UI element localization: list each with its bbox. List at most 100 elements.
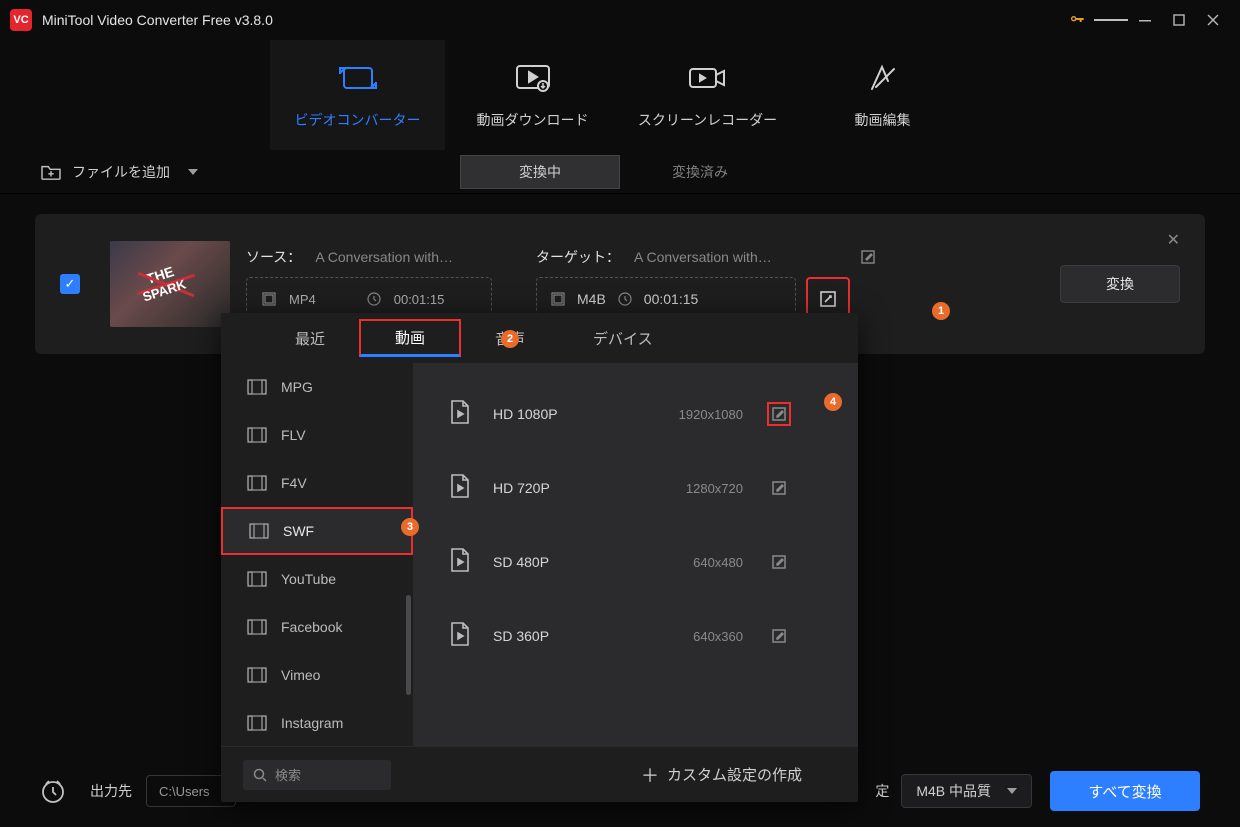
preset-edit-icon[interactable] [767, 550, 791, 574]
chevron-down-icon [188, 169, 198, 175]
main-tabs: ビデオコンバーター 動画ダウンロード スクリーンレコーダー 動画編集 [0, 40, 1240, 150]
app-title: MiniTool Video Converter Free v3.8.0 [42, 12, 273, 28]
preset-edit-icon[interactable] [767, 476, 791, 500]
clock-icon [366, 291, 382, 307]
popup-tabs: 最近 動画 音声 デバイス [221, 313, 858, 363]
quality-value: M4B 中品質 [916, 781, 991, 801]
preset-edit-icon[interactable] [767, 402, 791, 426]
edit-icon[interactable] [860, 249, 876, 265]
preset-resolution: 640x360 [643, 629, 743, 644]
file-icon [449, 399, 475, 429]
file-icon [449, 473, 475, 503]
step-badge-4: 4 [824, 393, 842, 411]
segment-control: 変換中 変換済み [460, 155, 780, 189]
file-icon [449, 547, 475, 577]
popup-tab-device[interactable]: デバイス [559, 319, 687, 357]
toolbar: ファイルを追加 変換中 変換済み [0, 150, 1240, 194]
target-label: ターゲット： [536, 247, 620, 267]
tab-recorder-label: スクリーンレコーダー [638, 110, 777, 130]
source-duration: 00:01:15 [394, 292, 445, 307]
recorder-icon [688, 60, 728, 96]
search-placeholder: 検索 [275, 765, 301, 784]
preset-edit-icon[interactable] [767, 624, 791, 648]
source-format: MP4 [289, 292, 316, 307]
step-badge-2: 2 [501, 330, 519, 348]
search-input[interactable]: 検索 [243, 760, 391, 790]
editor-icon [863, 60, 903, 96]
thumbnail [110, 241, 230, 327]
format-item-facebook[interactable]: Facebook [221, 603, 413, 651]
converter-icon [338, 60, 378, 96]
film-icon [247, 570, 267, 588]
film-icon [247, 714, 267, 732]
app-logo: VC [10, 9, 32, 31]
preset-name: HD 720P [493, 480, 643, 496]
format-item-youtube[interactable]: YouTube [221, 555, 413, 603]
format-item-swf[interactable]: SWF [221, 507, 413, 555]
tab-converter-label: ビデオコンバーター [295, 110, 421, 130]
popup-footer: 検索 ＋ カスタム設定の作成 [221, 746, 858, 802]
preset-resolution: 1920x1080 [643, 407, 743, 422]
film-icon [247, 666, 267, 684]
film-icon [247, 618, 267, 636]
convert-button[interactable]: 変換 [1060, 265, 1180, 303]
tab-converter[interactable]: ビデオコンバーター [270, 40, 445, 150]
scrollbar[interactable] [406, 595, 411, 695]
target-name: A Conversation with… [634, 249, 772, 265]
close-icon[interactable]: ✕ [1167, 230, 1180, 250]
popup-tab-video[interactable]: 動画 [359, 319, 461, 357]
format-item-instagram[interactable]: Instagram [221, 699, 413, 746]
preset-resolution: 1280x720 [643, 481, 743, 496]
film-icon [247, 474, 267, 492]
tab-recorder[interactable]: スクリーンレコーダー [620, 40, 795, 150]
menu-icon[interactable] [1094, 3, 1128, 37]
custom-preset-button[interactable]: ＋ カスタム設定の作成 [641, 762, 802, 788]
popup-body: MPGFLVF4VSWFYouTubeFacebookVimeoInstagra… [221, 363, 858, 746]
step-badge-1: 1 [932, 302, 950, 320]
popup-tab-recent[interactable]: 最近 [261, 319, 359, 357]
convert-all-button[interactable]: すべて変換 [1050, 771, 1200, 811]
preset-list: HD 1080P1920x1080HD 720P1280x720SD 480P6… [413, 363, 858, 746]
close-icon[interactable] [1196, 3, 1230, 37]
tab-download[interactable]: 動画ダウンロード [445, 40, 620, 150]
preset-row[interactable]: SD 480P640x480 [413, 525, 858, 599]
preset-row[interactable]: SD 360P640x360 [413, 599, 858, 673]
target-column: ターゲット： A Conversation with… M4B 00:01:15 [536, 247, 876, 321]
preset-row[interactable]: HD 720P1280x720 [413, 451, 858, 525]
clock-icon [618, 292, 632, 306]
target-format: M4B [577, 291, 606, 307]
format-sidebar[interactable]: MPGFLVF4VSWFYouTubeFacebookVimeoInstagra… [221, 363, 413, 746]
segment-converted[interactable]: 変換済み [620, 155, 780, 189]
preset-resolution: 640x480 [643, 555, 743, 570]
tab-download-label: 動画ダウンロード [477, 110, 589, 130]
format-item-f4v[interactable]: F4V [221, 459, 413, 507]
preset-row[interactable]: HD 1080P1920x1080 [413, 377, 858, 451]
format-popup: 最近 動画 音声 デバイス MPGFLVF4VSWFYouTubeFaceboo… [221, 313, 858, 802]
film-icon [247, 378, 267, 396]
format-item-mpg[interactable]: MPG [221, 363, 413, 411]
tab-editor[interactable]: 動画編集 [795, 40, 970, 150]
format-item-flv[interactable]: FLV [221, 411, 413, 459]
download-icon [513, 60, 553, 96]
checkbox[interactable]: ✓ [60, 274, 80, 294]
quality-select[interactable]: M4B 中品質 [901, 774, 1032, 808]
add-file-button[interactable]: ファイルを追加 [40, 162, 198, 182]
preset-name: SD 360P [493, 628, 643, 644]
segment-converting[interactable]: 変換中 [460, 155, 620, 189]
chevron-down-icon [1007, 788, 1017, 794]
maximize-icon[interactable] [1162, 3, 1196, 37]
add-file-label: ファイルを追加 [72, 162, 170, 182]
source-name: A Conversation with… [315, 249, 453, 265]
titlebar: VC MiniTool Video Converter Free v3.8.0 [0, 0, 1240, 40]
minimize-icon[interactable] [1128, 3, 1162, 37]
source-label: ソース： [246, 247, 301, 267]
key-icon[interactable] [1060, 3, 1094, 37]
tab-editor-label: 動画編集 [855, 110, 911, 130]
source-column: ソース： A Conversation with… MP4 00:01:15 [246, 247, 536, 321]
preset-name: HD 1080P [493, 406, 643, 422]
preset-name: SD 480P [493, 554, 643, 570]
format-item-vimeo[interactable]: Vimeo [221, 651, 413, 699]
target-duration: 00:01:15 [644, 291, 699, 307]
schedule-icon[interactable] [40, 778, 66, 804]
setting-label-fragment: 定 [875, 781, 889, 801]
